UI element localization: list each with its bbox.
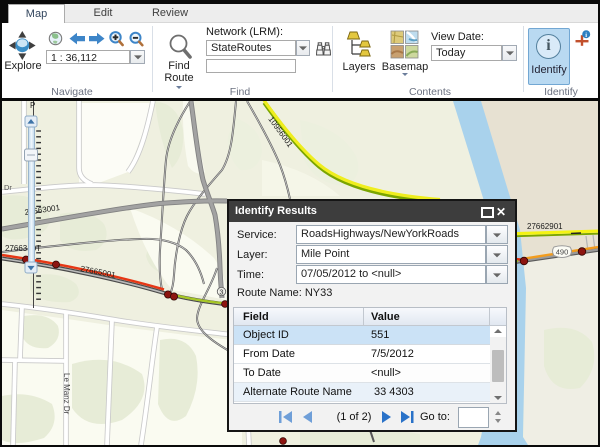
svg-text:3: 3 — [220, 289, 224, 296]
svg-text:P: P — [30, 101, 35, 110]
svg-text:490: 490 — [556, 248, 569, 257]
svg-text:Le Manz Dr: Le Manz Dr — [62, 373, 71, 415]
svg-text:Dr: Dr — [4, 183, 12, 192]
svg-text:i: i — [585, 32, 587, 39]
svg-text:2766310T: 2766310T — [5, 244, 41, 253]
svg-text:27662901: 27662901 — [527, 222, 563, 231]
